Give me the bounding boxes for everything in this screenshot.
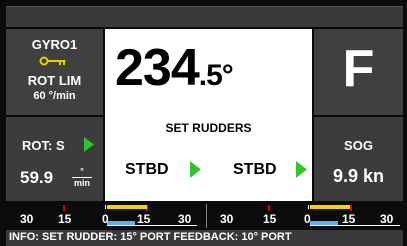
scale-label: 15 [137, 212, 151, 226]
rot-value: 59.9 [20, 168, 54, 187]
scale-tick [350, 205, 352, 211]
scale-label: 0 [304, 212, 311, 226]
info-text: INFO: SET RUDDER: 15° PORT FEEDBACK: 10°… [9, 231, 292, 243]
rot-panel[interactable]: ROT: S 59.9 ° min [6, 117, 103, 201]
steering-mode-panel[interactable]: F [314, 29, 403, 115]
scale-label: 30 [20, 212, 34, 226]
instruction-text: SET RUDDERS [165, 121, 252, 135]
rot-unit-degree: ° [72, 167, 92, 178]
rot-limit-value: 60 °/min [33, 90, 76, 102]
scale-label: 30 [380, 212, 394, 226]
scale-label: 15 [342, 212, 356, 226]
scale-label: 30 [220, 212, 234, 226]
sog-label: SOG [344, 138, 373, 153]
scale-label: 15 [58, 212, 72, 226]
info-bar: INFO: SET RUDDER: 15° PORT FEEDBACK: 10°… [6, 230, 403, 246]
scale-divider [206, 204, 207, 228]
sog-panel[interactable]: SOG 9.9 kn [314, 117, 403, 201]
scale-label: 30 [178, 212, 192, 226]
scale-label: 0 [102, 212, 109, 226]
gyro-panel[interactable]: GYRO1 ROT LIM 60 °/min [6, 29, 103, 115]
starboard-arrow-icon [84, 137, 94, 152]
scale-tick [63, 205, 65, 211]
heading-readout: 234.5° [115, 35, 234, 101]
heading-fraction: .5° [198, 59, 234, 92]
right-set-rudder-bar [310, 205, 350, 209]
scale-tick [308, 205, 309, 209]
scale-tick [268, 205, 270, 211]
rot-unit: ° min [72, 167, 92, 188]
right-rudder-direction: STBD [233, 161, 277, 178]
rot-limit-label: ROT LIM [27, 73, 82, 88]
autopilot-display: GYRO1 ROT LIM 60 °/min ROT: S 59.9 ° min… [0, 0, 407, 246]
steering-mode-letter: F [342, 40, 375, 98]
starboard-arrow-icon [190, 161, 201, 178]
heading-panel[interactable]: 234.5° SET RUDDERS STBD STBD [105, 29, 312, 201]
scale-tick [105, 205, 106, 209]
heading-integer: 234 [115, 39, 200, 97]
left-set-rudder-bar [107, 205, 147, 209]
key-icon [39, 56, 66, 66]
rudder-scale: 30 15 0 15 30 30 15 0 15 30 [6, 204, 403, 228]
left-rudder-direction: STBD [125, 161, 169, 178]
sog-value: 9.9 kn [332, 166, 385, 186]
rot-unit-min: min [73, 178, 90, 188]
rot-label: ROT: S [22, 138, 65, 153]
top-status-bar [6, 6, 403, 27]
gyro-source-label: GYRO1 [31, 37, 78, 52]
starboard-arrow-icon [296, 161, 307, 178]
scale-label: 15 [263, 212, 277, 226]
